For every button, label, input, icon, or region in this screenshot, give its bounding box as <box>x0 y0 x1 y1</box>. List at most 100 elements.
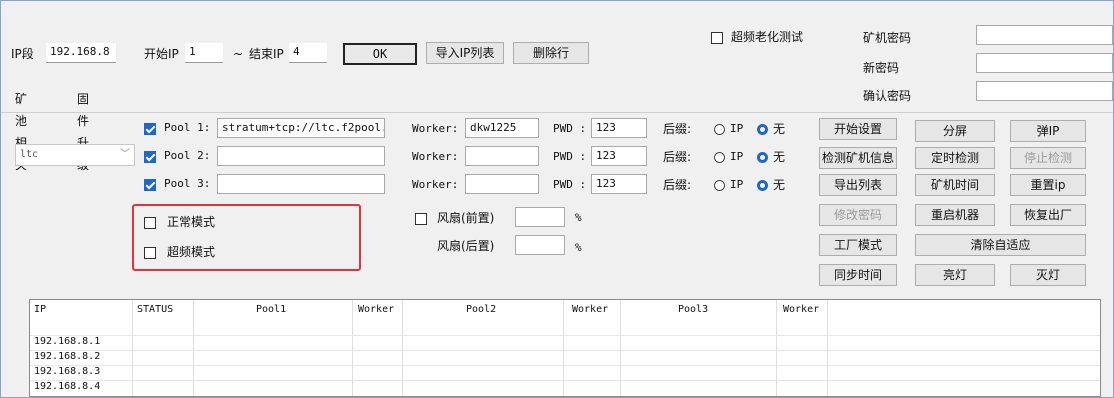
pool1-suffix-ip-radio[interactable] <box>714 124 725 135</box>
miner-password-label: 矿机密码 <box>863 31 912 45</box>
pool3-worker-input[interactable] <box>465 174 539 194</box>
table-cell-ip: 192.168.8.3 <box>34 366 101 377</box>
pool3-pwd-input[interactable]: 123 <box>591 174 647 194</box>
pool3-url-input[interactable] <box>217 174 385 194</box>
ok-button[interactable]: OK <box>343 43 417 65</box>
pool2-suffix-label: 后缀: <box>663 150 692 164</box>
pool2-worker-label: Worker: <box>412 150 459 163</box>
light-off-button[interactable]: 灭灯 <box>1010 264 1086 286</box>
fan-rear-unit: % <box>575 241 582 254</box>
pool1-label: Pool 1: <box>164 121 211 134</box>
column-header-worker1[interactable]: Worker <box>358 304 394 315</box>
pool2-label: Pool 2: <box>164 149 211 162</box>
new-password-input[interactable] <box>976 53 1113 73</box>
miner-table: IP STATUS Pool1 Worker Pool2 Worker Pool… <box>29 299 1101 397</box>
coin-select-value: ltc <box>20 149 39 160</box>
miner-time-button[interactable]: 矿机时间 <box>915 174 995 196</box>
pool1-suffix-none-label: 无 <box>773 122 786 136</box>
normal-mode-checkbox[interactable] <box>144 217 156 229</box>
reset-ip-button[interactable]: 重置ip <box>1010 174 1086 196</box>
table-col-divider <box>563 300 564 396</box>
factory-mode-button[interactable]: 工厂模式 <box>819 234 897 256</box>
confirm-password-input[interactable] <box>976 81 1113 101</box>
end-ip-input[interactable]: 4 <box>289 43 327 63</box>
pool3-suffix-ip-radio[interactable] <box>714 180 725 191</box>
column-header-worker2[interactable]: Worker <box>572 304 608 315</box>
table-col-divider <box>776 300 777 396</box>
chevron-down-icon: ﹀ <box>120 149 130 160</box>
pool2-suffix-none-radio[interactable] <box>757 152 768 163</box>
start-ip-input[interactable]: 1 <box>185 43 223 63</box>
split-screen-button[interactable]: 分屏 <box>915 120 995 142</box>
pool3-label: Pool 3: <box>164 177 211 190</box>
change-password-button[interactable]: 修改密码 <box>819 204 897 226</box>
table-row[interactable] <box>30 380 1100 381</box>
table-col-divider <box>132 300 133 396</box>
table-col-divider <box>620 300 621 396</box>
pool2-suffix-ip-label: IP <box>730 150 744 163</box>
pool1-pwd-label: PWD : <box>553 122 587 135</box>
sync-time-button[interactable]: 同步时间 <box>819 264 897 286</box>
reboot-miner-button[interactable]: 重启机器 <box>915 204 995 226</box>
pool1-pwd-input[interactable]: 123 <box>591 118 647 138</box>
timed-check-button[interactable]: 定时检测 <box>915 147 995 169</box>
pool3-worker-label: Worker: <box>412 178 459 191</box>
column-header-ip[interactable]: IP <box>34 304 46 315</box>
pool3-suffix-none-label: 无 <box>773 178 786 192</box>
popup-ip-button[interactable]: 弹IP <box>1010 120 1086 142</box>
fan-front-input[interactable] <box>515 207 565 227</box>
start-setup-button[interactable]: 开始设置 <box>819 118 897 140</box>
pool1-suffix-ip-label: IP <box>730 122 744 135</box>
detect-miner-info-button[interactable]: 检测矿机信息 <box>819 147 897 169</box>
pool1-checkbox[interactable] <box>144 123 156 135</box>
table-row[interactable] <box>30 350 1100 351</box>
pool3-pwd-label: PWD : <box>553 178 587 191</box>
pool2-worker-input[interactable] <box>465 146 539 166</box>
stop-check-button[interactable]: 停止检测 <box>1010 147 1086 169</box>
table-row[interactable] <box>30 335 1100 336</box>
fan-front-label: 风扇(前置) <box>437 211 495 225</box>
pool3-checkbox[interactable] <box>144 179 156 191</box>
export-list-button[interactable]: 导出列表 <box>819 174 897 196</box>
column-header-pool2[interactable]: Pool2 <box>466 304 496 315</box>
pool1-worker-input[interactable]: dkw1225 <box>465 118 539 138</box>
column-header-pool1[interactable]: Pool1 <box>256 304 286 315</box>
pool2-suffix-ip-radio[interactable] <box>714 152 725 163</box>
fan-front-checkbox[interactable] <box>415 213 427 225</box>
table-cell-ip: 192.168.8.4 <box>34 381 101 392</box>
table-col-divider <box>402 300 403 396</box>
column-header-status[interactable]: STATUS <box>137 304 173 315</box>
factory-reset-button[interactable]: 恢复出厂 <box>1010 204 1086 226</box>
normal-mode-label: 正常模式 <box>167 215 216 229</box>
import-ip-list-button[interactable]: 导入IP列表 <box>426 42 504 64</box>
pool2-url-input[interactable] <box>217 146 385 166</box>
app-window: IP段 192.168.8 开始IP 1 ~ 结束IP 4 OK 导入IP列表 … <box>0 0 1114 398</box>
miner-password-input[interactable] <box>976 25 1113 45</box>
clear-autofit-button[interactable]: 清除自适应 <box>915 234 1086 256</box>
pool2-pwd-input[interactable]: 123 <box>591 146 647 166</box>
delete-row-button[interactable]: 删除行 <box>513 42 589 64</box>
table-cell-ip: 192.168.8.2 <box>34 351 101 362</box>
coin-select[interactable]: ltc ﹀ <box>15 144 135 166</box>
pool2-checkbox[interactable] <box>144 151 156 163</box>
fan-rear-input[interactable] <box>515 235 565 255</box>
table-col-divider <box>352 300 353 396</box>
pool3-suffix-label: 后缀: <box>663 178 692 192</box>
table-col-divider <box>827 300 828 396</box>
column-header-pool3[interactable]: Pool3 <box>678 304 708 315</box>
pool3-suffix-ip-label: IP <box>730 178 744 191</box>
pool2-suffix-none-label: 无 <box>773 150 786 164</box>
pool2-pwd-label: PWD : <box>553 150 587 163</box>
pool1-url-input[interactable]: stratum+tcp://ltc.f2pool.com <box>217 118 385 138</box>
overclock-mode-checkbox[interactable] <box>144 247 156 259</box>
table-col-divider <box>193 300 194 396</box>
ip-segment-input[interactable]: 192.168.8 <box>46 43 116 63</box>
pool3-suffix-none-radio[interactable] <box>757 180 768 191</box>
pool1-suffix-none-radio[interactable] <box>757 124 768 135</box>
pool1-worker-label: Worker: <box>412 122 459 135</box>
overclock-aging-checkbox[interactable] <box>711 32 723 44</box>
light-on-button[interactable]: 亮灯 <box>915 264 995 286</box>
confirm-password-label: 确认密码 <box>863 89 912 103</box>
column-header-worker3[interactable]: Worker <box>783 304 819 315</box>
table-row[interactable] <box>30 365 1100 366</box>
